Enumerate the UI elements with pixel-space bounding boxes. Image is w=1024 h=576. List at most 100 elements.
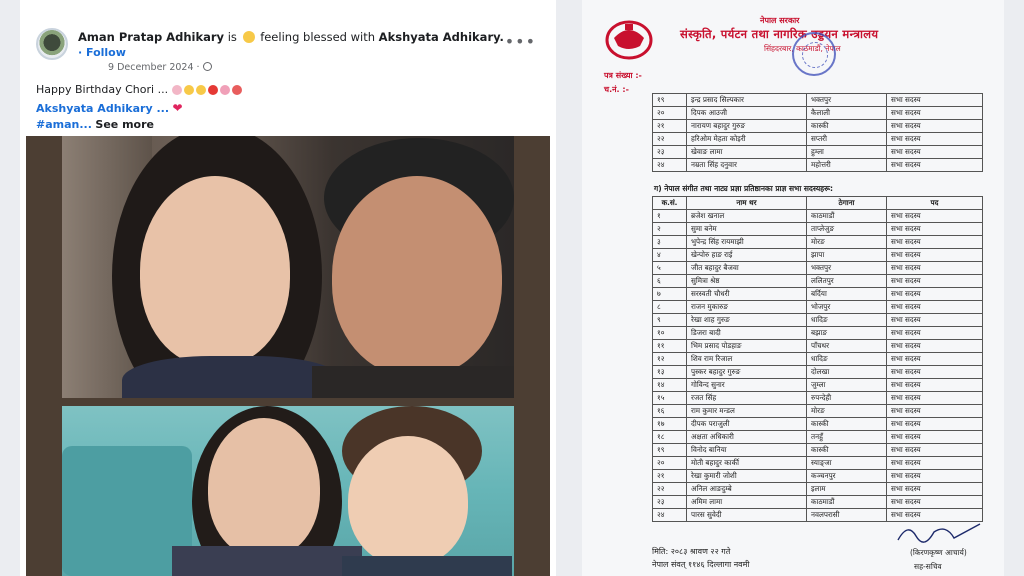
photo-selfie[interactable] xyxy=(62,136,514,398)
table-cell-num: २० xyxy=(652,106,687,120)
table-row: १४ गोविन्द सुनार जुम्ला सभा सदस्य xyxy=(652,378,983,392)
table-cell-place: कास्की xyxy=(806,443,887,457)
table-cell-num: २४ xyxy=(652,508,687,522)
table-cell-num: ११ xyxy=(652,339,687,353)
table-row: २३ अमिम लामा काठमाडौं सभा सदस्य xyxy=(652,495,983,509)
table-cell-num: १५ xyxy=(652,391,687,405)
table-cell-name: अनिल आङदुम्बे xyxy=(686,482,807,496)
table-cell-post: सभा सदस्य xyxy=(886,378,983,392)
table-cell-place: ललितपुर xyxy=(806,274,887,288)
table-cell-post: सभा सदस्य xyxy=(886,365,983,379)
signer-role: सह-सचिव xyxy=(914,562,942,571)
table-cell-num: १९ xyxy=(652,443,687,457)
table-cell-name: गोविन्द सुनार xyxy=(686,378,807,392)
table-cell-name: विनोद बानिया xyxy=(686,443,807,457)
table-row: २२ हरिओम मेहता कोइरी सप्तरी सभा सदस्य xyxy=(652,132,983,146)
post-card: Aman Pratap Adhikary is feeling blessed … xyxy=(26,18,550,576)
table-row: २ सुमा बनेम ताप्लेजुङ सभा सदस्य xyxy=(652,222,983,236)
table-cell-place: काठमाडौं xyxy=(806,209,887,223)
table-cell-name: हरिओम मेहता कोइरी xyxy=(686,132,807,146)
table-cell-place: दोलखा xyxy=(806,365,887,379)
table-cell-place: ताप्लेजुङ xyxy=(806,222,887,236)
members-table-continued: १९ इन्द्र प्रसाद सिल्पकार भक्तपुर सभा सदस्य… xyxy=(652,93,983,172)
table-cell-num: ६ xyxy=(652,274,687,288)
see-more-link[interactable]: See more xyxy=(95,118,154,131)
table-cell-num: ९ xyxy=(652,313,687,327)
table-cell-post: सभा सदस्य xyxy=(886,248,983,262)
more-options-button[interactable]: ••• xyxy=(505,32,536,51)
table-row: २४ नम्रता सिंह दनुवार महोत्तरी सभा सदस्य xyxy=(652,158,983,172)
table-row: १२ शिव राम रिजाल धादिङ सभा सदस्य xyxy=(652,352,983,366)
table-row: २० दिपक आउजी कैलाली सभा सदस्य xyxy=(652,106,983,120)
table-cell-num: १ xyxy=(652,209,687,223)
tagged-person[interactable]: Akshyata Adhikary. xyxy=(379,30,504,44)
table-cell-place: तनहुँ xyxy=(806,430,887,444)
table-cell-post: सभा सदस्य xyxy=(886,93,983,107)
table-cell-place: भोजपुर xyxy=(806,300,887,314)
table-cell-num: २३ xyxy=(652,495,687,509)
table-cell-name: रेखा शाह गुरुङ xyxy=(686,313,807,327)
nepal-emblem-icon xyxy=(605,20,653,60)
table-cell-post: सभा सदस्य xyxy=(886,404,983,418)
table-cell-place: हुम्ला xyxy=(806,145,887,159)
post-caption: Happy Birthday Chori ... Akshyata Adhika… xyxy=(36,82,244,133)
table-cell-place: कञ्चनपुर xyxy=(806,469,887,483)
table-cell-num: २३ xyxy=(652,145,687,159)
table-cell-place: स्याङ्जा xyxy=(806,456,887,470)
table-cell-place: धादिङ xyxy=(806,352,887,366)
table-cell-num: १६ xyxy=(652,404,687,418)
table-cell-post: सभा सदस्य xyxy=(886,274,983,288)
photo-with-child[interactable] xyxy=(62,406,514,576)
activity-prefix: is xyxy=(227,30,237,44)
table-cell-num: १० xyxy=(652,326,687,340)
table-cell-post: सभा सदस्य xyxy=(886,106,983,120)
facebook-post-panel: Aman Pratap Adhikary is feeling blessed … xyxy=(20,0,556,576)
document-panel: नेपाल सरकार संस्कृति, पर्यटन तथा नागरिक … xyxy=(582,0,1004,576)
table-cell-num: २१ xyxy=(652,469,687,483)
table-row: १ ब्रजेश खनाल काठमाडौं सभा सदस्य xyxy=(652,209,983,223)
author-avatar[interactable] xyxy=(36,28,68,60)
table-row: ६ सुमित्रा श्रेष्ठ ललितपुर सभा सदस्य xyxy=(652,274,983,288)
column-header: नाम थर xyxy=(686,196,807,210)
table-cell-name: नम्रता सिंह दनुवार xyxy=(686,158,807,172)
table-cell-post: सभा सदस्य xyxy=(886,222,983,236)
table-row: ४ खेन्पोरु हाङ राई झापा सभा सदस्य xyxy=(652,248,983,262)
caption-mention-link[interactable]: Akshyata Adhikary ... xyxy=(36,102,169,115)
table-row: २१ नारायण बहादुर गुरुङ कास्की सभा सदस्य xyxy=(652,119,983,133)
table-cell-name: खेन्पोरु हाङ राई xyxy=(686,248,807,262)
table-cell-num: ४ xyxy=(652,248,687,262)
table-cell-name: इन्द्र प्रसाद सिल्पकार xyxy=(686,93,807,107)
follow-button[interactable]: · Follow xyxy=(78,46,126,59)
table-cell-name: अमिम लामा xyxy=(686,495,807,509)
table-header-row: क.सं. नाम थर ठेगाना पद xyxy=(652,196,983,210)
table-cell-post: सभा सदस्य xyxy=(886,352,983,366)
table-cell-place: जुम्ला xyxy=(806,378,887,392)
official-stamp-icon xyxy=(792,32,836,76)
table-row: ९ रेखा शाह गुरुङ धादिङ सभा सदस्य xyxy=(652,313,983,327)
heart-icon: ❤ xyxy=(172,101,183,115)
photo-grid xyxy=(26,136,550,576)
table-cell-name: रेखा कुमारी जोशी xyxy=(686,469,807,483)
table-cell-name: भिम प्रसाद पोडहाङ xyxy=(686,339,807,353)
table-cell-place: धादिङ xyxy=(806,313,887,327)
table-cell-name: दीपक पराजुली xyxy=(686,417,807,431)
table-cell-num: १८ xyxy=(652,430,687,444)
reference-number-label: पत्र संख्या :- xyxy=(604,71,642,80)
table-cell-num: ५ xyxy=(652,261,687,275)
table-cell-place: झापा xyxy=(806,248,887,262)
table-cell-place: मोरङ xyxy=(806,235,887,249)
table-row: ५ जीत बहादुर बैजवा भक्तपुर सभा सदस्य xyxy=(652,261,983,275)
table-cell-place: कास्की xyxy=(806,119,887,133)
table-cell-post: सभा सदस्य xyxy=(886,456,983,470)
hashtag-link[interactable]: #aman... xyxy=(36,118,92,131)
table-cell-num: २० xyxy=(652,456,687,470)
table-cell-post: सभा सदस्य xyxy=(886,261,983,275)
table-cell-name: सुमा बनेम xyxy=(686,222,807,236)
table-cell-num: २४ xyxy=(652,158,687,172)
document-nepal-sambat-date: नेपाल संवत् ११४६ दिल्लागा नवमी xyxy=(652,560,750,569)
table-cell-post: सभा सदस्य xyxy=(886,417,983,431)
table-cell-name: जीत बहादुर बैजवा xyxy=(686,261,807,275)
table-cell-post: सभा सदस्य xyxy=(886,482,983,496)
post-date[interactable]: 9 December 2024 · xyxy=(108,62,212,73)
author-name[interactable]: Aman Pratap Adhikary xyxy=(78,30,224,44)
